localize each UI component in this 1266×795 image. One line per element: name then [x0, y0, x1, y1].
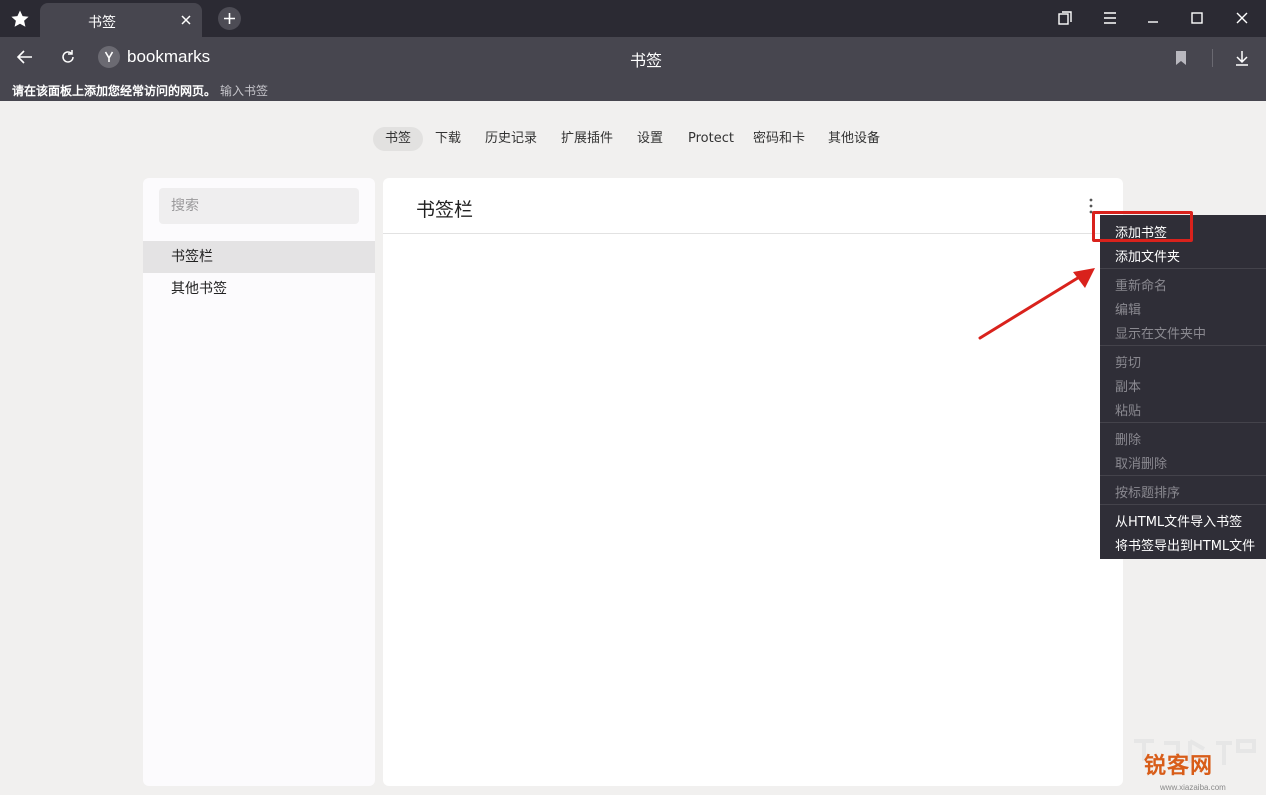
tab-passwords[interactable]: 密码和卡 [741, 127, 817, 151]
tabs-manager-icon[interactable] [1055, 8, 1075, 28]
menu-item-delete[interactable]: 删除 [1115, 429, 1141, 448]
minimize-icon[interactable] [1143, 8, 1163, 28]
annotation-highlight-box [1092, 211, 1193, 242]
folder-item-bookmarks-bar[interactable]: 书签栏 [143, 241, 375, 273]
new-tab-button[interactable] [218, 7, 241, 30]
menu-separator [1100, 268, 1266, 269]
header-divider [383, 233, 1123, 234]
menu-item-rename[interactable]: 重新命名 [1115, 275, 1167, 294]
menu-item-paste[interactable]: 粘贴 [1115, 400, 1141, 419]
bookmarks-bar-link[interactable]: 输入书签 [220, 82, 268, 99]
menu-separator [1100, 345, 1266, 346]
tab-downloads[interactable]: 下载 [423, 127, 473, 151]
tab-history[interactable]: 历史记录 [473, 127, 549, 151]
watermark-url: www.xiazaiba.com [1160, 783, 1226, 792]
menu-item-cut[interactable]: 剪切 [1115, 352, 1141, 371]
maximize-icon[interactable] [1187, 8, 1207, 28]
context-menu: 添加书签 添加文件夹 重新命名 编辑 显示在文件夹中 剪切 副本 粘贴 删除 取… [1100, 215, 1266, 559]
tab-settings[interactable]: 设置 [625, 127, 675, 151]
watermark-logo-text: 锐客网 [1144, 754, 1214, 779]
navigation-toolbar: bookmarks 书签 [0, 37, 1266, 78]
plus-icon [224, 13, 235, 24]
close-window-icon[interactable] [1232, 8, 1252, 28]
page-title: 书签 [629, 51, 662, 70]
menu-item-export-html[interactable]: 将书签导出到HTML文件 [1115, 535, 1255, 554]
tab-title: 书签 [88, 15, 116, 31]
bookmarks-bar: 请在该面板上添加您经常访问的网页。 输入书签 [0, 78, 1266, 101]
tab-extensions[interactable]: 扩展插件 [549, 127, 625, 151]
menu-separator [1100, 504, 1266, 505]
menu-item-import-html[interactable]: 从HTML文件导入书签 [1115, 511, 1242, 530]
annotation-arrow-icon [978, 268, 1095, 340]
download-icon[interactable] [1232, 48, 1252, 68]
bookmark-icon[interactable] [1171, 48, 1191, 68]
folders-panel: 书签栏 其他书签 [143, 178, 375, 786]
tab-other-devices[interactable]: 其他设备 [816, 127, 892, 151]
menu-item-edit[interactable]: 编辑 [1115, 299, 1141, 318]
close-tab-icon[interactable] [178, 12, 194, 28]
menu-item-copy[interactable]: 副本 [1115, 376, 1141, 395]
tab-protect[interactable]: Protect [676, 127, 746, 151]
bookmarks-bar-hint: 请在该面板上添加您经常访问的网页。 [12, 84, 217, 98]
menu-icon[interactable] [1100, 8, 1120, 28]
folder-title: 书签栏 [416, 199, 474, 221]
tab-bookmarks[interactable]: 书签 [373, 127, 424, 151]
menu-item-add-folder[interactable]: 添加文件夹 [1115, 246, 1180, 265]
active-tab[interactable]: 书签 [40, 3, 202, 37]
title-bar: 书签 [0, 0, 1266, 37]
folder-item-other-bookmarks[interactable]: 其他书签 [143, 273, 375, 305]
settings-nav-tabs: 书签 下载 历史记录 扩展插件 设置 Protect 密码和卡 其他设备 [0, 127, 1266, 153]
star-icon[interactable] [10, 9, 30, 29]
search-input[interactable] [159, 188, 359, 224]
menu-item-sort-by-title[interactable]: 按标题排序 [1115, 482, 1180, 501]
menu-separator [1100, 475, 1266, 476]
menu-separator [1100, 422, 1266, 423]
menu-item-undo-delete[interactable]: 取消删除 [1115, 453, 1167, 472]
toolbar-divider [1212, 49, 1213, 67]
menu-item-show-in-folder[interactable]: 显示在文件夹中 [1115, 323, 1206, 342]
watermark: 锐客网 www.xiazaiba.com [1130, 735, 1260, 795]
